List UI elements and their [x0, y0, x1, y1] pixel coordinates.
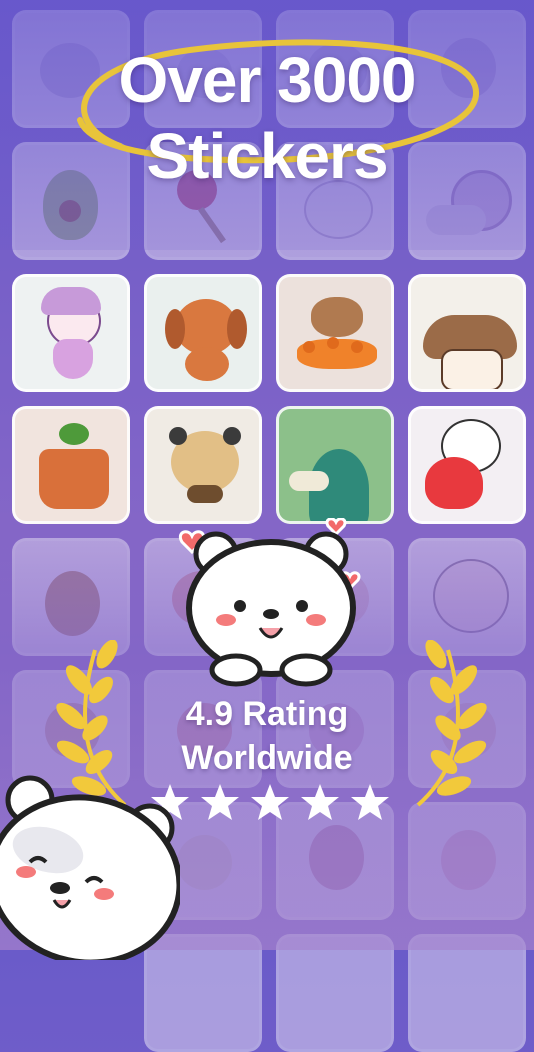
bear-mascot-icon [178, 518, 361, 687]
headline-line2: Stickers [146, 120, 388, 192]
sticker-tile [144, 274, 262, 392]
sticker-tile [408, 406, 526, 524]
star-icon [201, 784, 239, 820]
star-icon [301, 784, 339, 820]
star-rating [150, 782, 390, 828]
sticker-tile [276, 934, 394, 1052]
sticker-tile [408, 274, 526, 392]
capybara-oranges-sticker-icon [311, 297, 363, 337]
plant-pot-sticker-icon [39, 449, 109, 509]
star-icon [251, 784, 289, 820]
headline-line1: Over 3000 [118, 44, 416, 116]
corner-bear-icon [0, 775, 180, 960]
sticker-tile [12, 274, 130, 392]
sticker-tile [12, 406, 130, 524]
star-icon [351, 784, 389, 820]
rating-line1: 4.9 Rating [185, 695, 349, 733]
rating-text: 4.9 Rating Worldwide [0, 692, 534, 780]
sticker-tile [408, 934, 526, 1052]
headline: Over 3000 Stickers [0, 42, 534, 194]
sticker-tile [144, 406, 262, 524]
sticker-tile [276, 274, 394, 392]
sticker-tile [276, 406, 394, 524]
